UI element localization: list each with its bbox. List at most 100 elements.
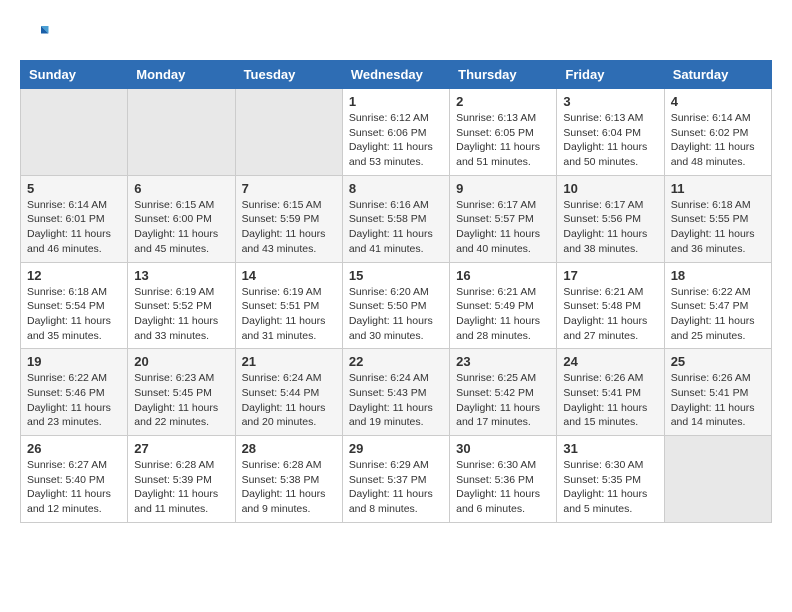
- calendar-day-cell: 5 Sunrise: 6:14 AM Sunset: 6:01 PM Daylig…: [21, 175, 128, 262]
- calendar-day-cell: 4 Sunrise: 6:14 AM Sunset: 6:02 PM Daylig…: [664, 89, 771, 176]
- day-number: 1: [349, 94, 443, 109]
- day-number: 19: [27, 354, 121, 369]
- day-info: Sunrise: 6:19 AM Sunset: 5:52 PM Dayligh…: [134, 285, 228, 344]
- calendar-day-cell: 8 Sunrise: 6:16 AM Sunset: 5:58 PM Daylig…: [342, 175, 449, 262]
- calendar-day-cell: 28Sunrise: 6:28 AM Sunset: 5:38 PM Dayli…: [235, 436, 342, 523]
- day-info: Sunrise: 6:21 AM Sunset: 5:49 PM Dayligh…: [456, 285, 550, 344]
- day-info: Sunrise: 6:27 AM Sunset: 5:40 PM Dayligh…: [27, 458, 121, 517]
- calendar-day-cell: [128, 89, 235, 176]
- day-info: Sunrise: 6:22 AM Sunset: 5:46 PM Dayligh…: [27, 371, 121, 430]
- day-info: Sunrise: 6:20 AM Sunset: 5:50 PM Dayligh…: [349, 285, 443, 344]
- calendar-week-row: 5 Sunrise: 6:14 AM Sunset: 6:01 PM Daylig…: [21, 175, 772, 262]
- day-info: Sunrise: 6:29 AM Sunset: 5:37 PM Dayligh…: [349, 458, 443, 517]
- day-number: 30: [456, 441, 550, 456]
- calendar-day-cell: 7 Sunrise: 6:15 AM Sunset: 5:59 PM Daylig…: [235, 175, 342, 262]
- calendar-header-cell: Monday: [128, 61, 235, 89]
- day-info: Sunrise: 6:26 AM Sunset: 5:41 PM Dayligh…: [563, 371, 657, 430]
- day-info: Sunrise: 6:28 AM Sunset: 5:39 PM Dayligh…: [134, 458, 228, 517]
- day-number: 5: [27, 181, 121, 196]
- calendar-day-cell: 16Sunrise: 6:21 AM Sunset: 5:49 PM Dayli…: [450, 262, 557, 349]
- calendar-day-cell: 31 Sunrise: 6:30 AM Sunset: 5:35 PM Dayli…: [557, 436, 664, 523]
- day-number: 9: [456, 181, 550, 196]
- day-number: 10: [563, 181, 657, 196]
- day-info: Sunrise: 6:23 AM Sunset: 5:45 PM Dayligh…: [134, 371, 228, 430]
- day-info: Sunrise: 6:24 AM Sunset: 5:43 PM Dayligh…: [349, 371, 443, 430]
- calendar-day-cell: 18 Sunrise: 6:22 AM Sunset: 5:47 PM Dayli…: [664, 262, 771, 349]
- day-number: 13: [134, 268, 228, 283]
- calendar-day-cell: 30 Sunrise: 6:30 AM Sunset: 5:36 PM Dayli…: [450, 436, 557, 523]
- calendar-header-cell: Tuesday: [235, 61, 342, 89]
- day-info: Sunrise: 6:17 AM Sunset: 5:56 PM Dayligh…: [563, 198, 657, 257]
- calendar-week-row: 12 Sunrise: 6:18 AM Sunset: 5:54 PM Dayli…: [21, 262, 772, 349]
- calendar-day-cell: 24 Sunrise: 6:26 AM Sunset: 5:41 PM Dayli…: [557, 349, 664, 436]
- day-number: 17: [563, 268, 657, 283]
- logo: [20, 20, 54, 50]
- calendar-day-cell: 22Sunrise: 6:24 AM Sunset: 5:43 PM Dayli…: [342, 349, 449, 436]
- day-number: 7: [242, 181, 336, 196]
- day-info: Sunrise: 6:28 AM Sunset: 5:38 PM Dayligh…: [242, 458, 336, 517]
- calendar-day-cell: 20Sunrise: 6:23 AM Sunset: 5:45 PM Dayli…: [128, 349, 235, 436]
- day-number: 6: [134, 181, 228, 196]
- calendar-day-cell: 12 Sunrise: 6:18 AM Sunset: 5:54 PM Dayli…: [21, 262, 128, 349]
- calendar-day-cell: 14 Sunrise: 6:19 AM Sunset: 5:51 PM Dayli…: [235, 262, 342, 349]
- day-number: 8: [349, 181, 443, 196]
- day-number: 27: [134, 441, 228, 456]
- calendar-header-cell: Wednesday: [342, 61, 449, 89]
- day-info: Sunrise: 6:16 AM Sunset: 5:58 PM Dayligh…: [349, 198, 443, 257]
- calendar-day-cell: 13 Sunrise: 6:19 AM Sunset: 5:52 PM Dayli…: [128, 262, 235, 349]
- calendar-day-cell: 15 Sunrise: 6:20 AM Sunset: 5:50 PM Dayli…: [342, 262, 449, 349]
- day-info: Sunrise: 6:13 AM Sunset: 6:05 PM Dayligh…: [456, 111, 550, 170]
- day-info: Sunrise: 6:22 AM Sunset: 5:47 PM Dayligh…: [671, 285, 765, 344]
- calendar-day-cell: 1 Sunrise: 6:12 AM Sunset: 6:06 PM Daylig…: [342, 89, 449, 176]
- day-info: Sunrise: 6:25 AM Sunset: 5:42 PM Dayligh…: [456, 371, 550, 430]
- day-info: Sunrise: 6:18 AM Sunset: 5:55 PM Dayligh…: [671, 198, 765, 257]
- day-info: Sunrise: 6:21 AM Sunset: 5:48 PM Dayligh…: [563, 285, 657, 344]
- day-info: Sunrise: 6:14 AM Sunset: 6:01 PM Dayligh…: [27, 198, 121, 257]
- day-info: Sunrise: 6:26 AM Sunset: 5:41 PM Dayligh…: [671, 371, 765, 430]
- day-number: 12: [27, 268, 121, 283]
- page-header: [20, 20, 772, 50]
- calendar-body: 1 Sunrise: 6:12 AM Sunset: 6:06 PM Daylig…: [21, 89, 772, 523]
- calendar-day-cell: 17 Sunrise: 6:21 AM Sunset: 5:48 PM Dayli…: [557, 262, 664, 349]
- day-info: Sunrise: 6:15 AM Sunset: 5:59 PM Dayligh…: [242, 198, 336, 257]
- calendar-header-row: SundayMondayTuesdayWednesdayThursdayFrid…: [21, 61, 772, 89]
- calendar-day-cell: 23 Sunrise: 6:25 AM Sunset: 5:42 PM Dayli…: [450, 349, 557, 436]
- day-number: 31: [563, 441, 657, 456]
- day-info: Sunrise: 6:15 AM Sunset: 6:00 PM Dayligh…: [134, 198, 228, 257]
- calendar-day-cell: 2 Sunrise: 6:13 AM Sunset: 6:05 PM Daylig…: [450, 89, 557, 176]
- day-info: Sunrise: 6:19 AM Sunset: 5:51 PM Dayligh…: [242, 285, 336, 344]
- day-number: 18: [671, 268, 765, 283]
- day-number: 2: [456, 94, 550, 109]
- day-number: 21: [242, 354, 336, 369]
- calendar-week-row: 19 Sunrise: 6:22 AM Sunset: 5:46 PM Dayli…: [21, 349, 772, 436]
- logo-icon: [20, 20, 50, 50]
- calendar-day-cell: [235, 89, 342, 176]
- calendar-week-row: 26 Sunrise: 6:27 AM Sunset: 5:40 PM Dayli…: [21, 436, 772, 523]
- calendar-header-cell: Sunday: [21, 61, 128, 89]
- calendar-day-cell: 29Sunrise: 6:29 AM Sunset: 5:37 PM Dayli…: [342, 436, 449, 523]
- calendar-week-row: 1 Sunrise: 6:12 AM Sunset: 6:06 PM Daylig…: [21, 89, 772, 176]
- day-info: Sunrise: 6:14 AM Sunset: 6:02 PM Dayligh…: [671, 111, 765, 170]
- calendar-header-cell: Saturday: [664, 61, 771, 89]
- calendar-day-cell: 19 Sunrise: 6:22 AM Sunset: 5:46 PM Dayli…: [21, 349, 128, 436]
- calendar-header-cell: Thursday: [450, 61, 557, 89]
- day-info: Sunrise: 6:13 AM Sunset: 6:04 PM Dayligh…: [563, 111, 657, 170]
- calendar-day-cell: 6 Sunrise: 6:15 AM Sunset: 6:00 PM Daylig…: [128, 175, 235, 262]
- calendar-header-cell: Friday: [557, 61, 664, 89]
- day-info: Sunrise: 6:12 AM Sunset: 6:06 PM Dayligh…: [349, 111, 443, 170]
- day-info: Sunrise: 6:30 AM Sunset: 5:36 PM Dayligh…: [456, 458, 550, 517]
- day-number: 23: [456, 354, 550, 369]
- calendar-day-cell: 9Sunrise: 6:17 AM Sunset: 5:57 PM Daylig…: [450, 175, 557, 262]
- day-number: 14: [242, 268, 336, 283]
- calendar-day-cell: [664, 436, 771, 523]
- day-info: Sunrise: 6:18 AM Sunset: 5:54 PM Dayligh…: [27, 285, 121, 344]
- day-info: Sunrise: 6:24 AM Sunset: 5:44 PM Dayligh…: [242, 371, 336, 430]
- day-number: 11: [671, 181, 765, 196]
- calendar-day-cell: 10 Sunrise: 6:17 AM Sunset: 5:56 PM Dayli…: [557, 175, 664, 262]
- day-number: 4: [671, 94, 765, 109]
- day-info: Sunrise: 6:30 AM Sunset: 5:35 PM Dayligh…: [563, 458, 657, 517]
- day-number: 24: [563, 354, 657, 369]
- calendar-day-cell: 21 Sunrise: 6:24 AM Sunset: 5:44 PM Dayli…: [235, 349, 342, 436]
- day-number: 15: [349, 268, 443, 283]
- day-number: 26: [27, 441, 121, 456]
